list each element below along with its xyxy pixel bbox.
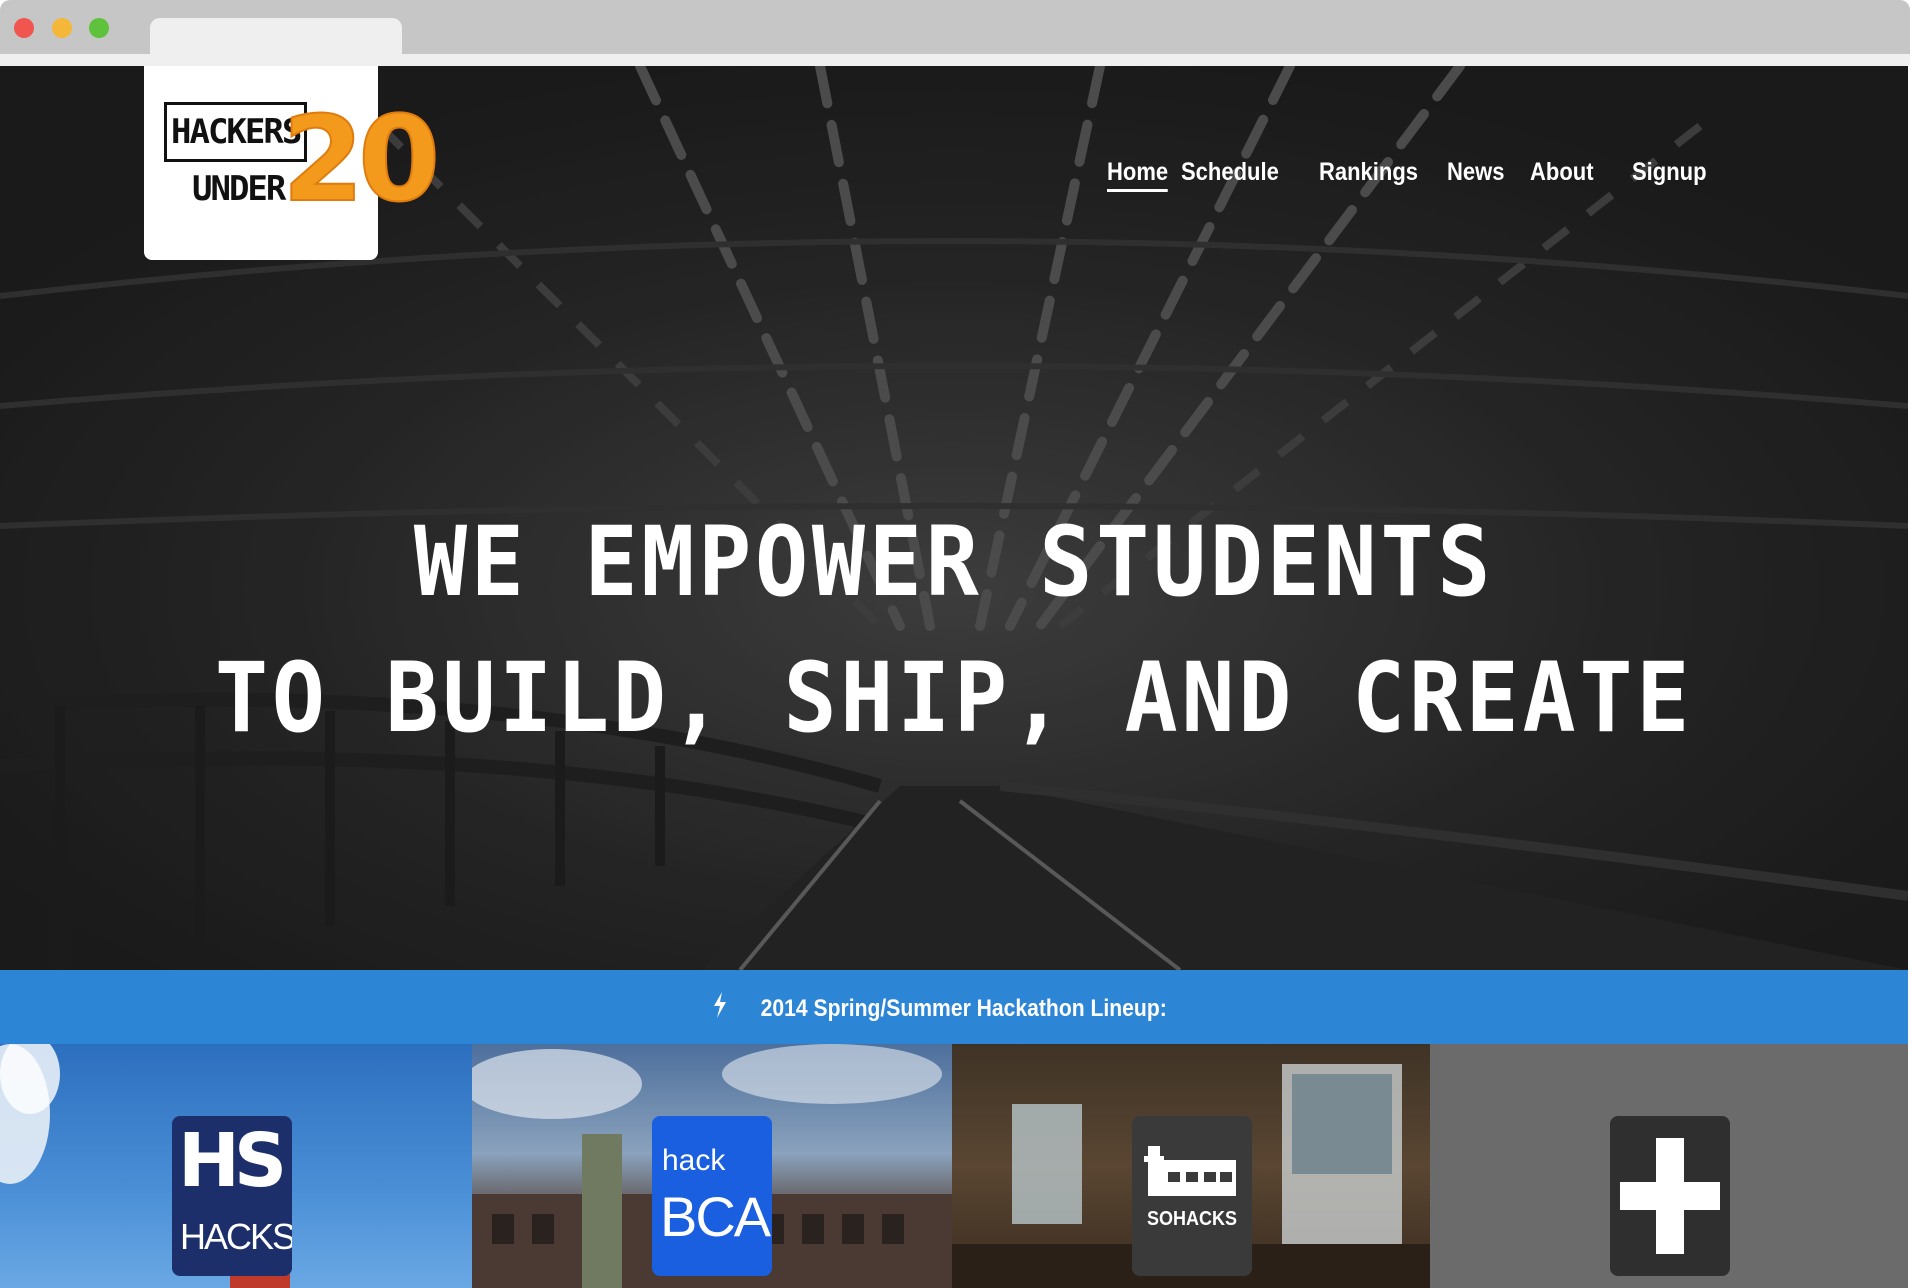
logo-wordmark: HACKERS UNDER	[164, 102, 308, 216]
building-icon	[1144, 1146, 1236, 1196]
hackathon-tiles: HS HACKS hack BCA SOHACKS	[0, 1044, 1908, 1288]
nav-schedule[interactable]: Schedule	[1181, 158, 1279, 187]
hero-section: HACKERS UNDER 20 Home Schedule Rankings …	[0, 66, 1908, 970]
hshacks-logo-hacks: HACKS	[180, 1216, 292, 1257]
tile-hshacks[interactable]: HS HACKS	[0, 1044, 472, 1288]
site-logo[interactable]: HACKERS UNDER 20	[144, 66, 441, 260]
browser-titlebar	[0, 0, 1910, 66]
sohacks-logo-label: SOHACKS	[1146, 1208, 1237, 1230]
tile-sohacks[interactable]: SOHACKS	[952, 1044, 1430, 1288]
hero-headline-line1: WE EMPOWER STUDENTS	[413, 506, 1495, 618]
lineup-title: 2014 Spring/Summer Hackathon Lineup:	[760, 994, 1168, 1022]
nav-home[interactable]: Home	[1106, 158, 1168, 192]
browser-tab[interactable]	[150, 18, 402, 66]
hero-headline-line2: TO BUILD, SHIP, AND CREATE	[214, 642, 1694, 754]
hackbca-logo-hack: hack	[662, 1144, 726, 1177]
sohacks-logo: SOHACKS	[1132, 1116, 1252, 1276]
add-hackathon-button[interactable]	[1610, 1116, 1730, 1276]
hshacks-logo-hs: HS	[178, 1118, 287, 1204]
page-viewport: HACKERS UNDER 20 Home Schedule Rankings …	[0, 66, 1908, 1288]
hackbca-logo: hack BCA	[652, 1116, 772, 1276]
nav-about[interactable]: About	[1530, 158, 1594, 187]
nav-signup[interactable]: Signup	[1632, 158, 1707, 187]
close-window-button[interactable]	[14, 18, 34, 38]
logo-number: 20	[281, 90, 441, 228]
hshacks-logo: HS HACKS	[172, 1116, 292, 1276]
nav-rankings[interactable]: Rankings	[1319, 158, 1418, 187]
logo-word-under: UNDER	[192, 169, 286, 209]
bolt-icon	[713, 992, 727, 1025]
browser-window: HACKERS UNDER 20 Home Schedule Rankings …	[0, 0, 1912, 1288]
lineup-banner: 2014 Spring/Summer Hackathon Lineup:	[0, 970, 1908, 1044]
maximize-window-button[interactable]	[89, 18, 109, 38]
tile-hackbca[interactable]: hack BCA	[472, 1044, 952, 1288]
tile-add-hackathon[interactable]	[1430, 1044, 1908, 1288]
hackbca-logo-bca: BCA	[660, 1185, 771, 1248]
nav-news[interactable]: News	[1447, 158, 1504, 187]
minimize-window-button[interactable]	[52, 18, 72, 38]
plus-icon	[1620, 1138, 1720, 1254]
